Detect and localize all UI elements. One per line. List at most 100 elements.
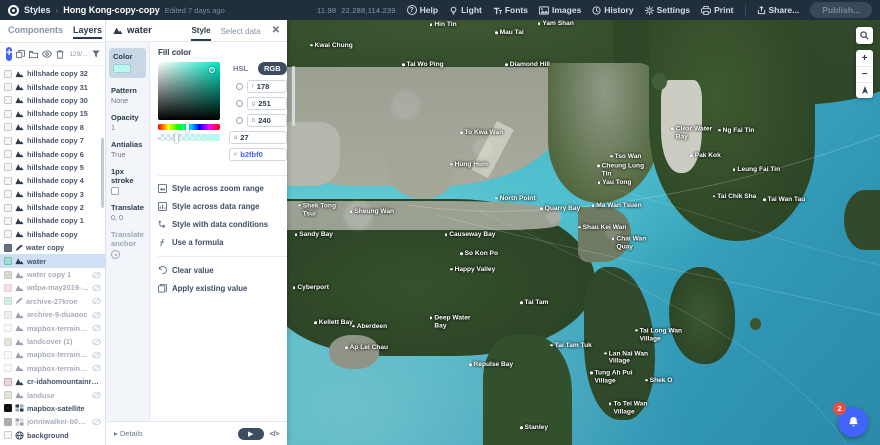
details-toggle[interactable]: ▸ Details	[114, 429, 232, 438]
layer-row[interactable]: mapbox-terrain-rgb (1)	[0, 321, 105, 334]
green-radio[interactable]	[236, 100, 243, 107]
red-radio[interactable]	[236, 83, 243, 90]
layer-row[interactable]: hillshade copy 30	[0, 94, 105, 107]
layer-name: cr-idahomountainranges-pu...	[27, 377, 101, 386]
red-input[interactable]: 178	[257, 82, 270, 91]
saturation-picker[interactable]	[158, 62, 220, 120]
group-layers-icon[interactable]	[29, 50, 38, 59]
layer-row[interactable]: hillshade copy 4	[0, 174, 105, 187]
fonts-menu[interactable]: Fonts	[493, 5, 528, 15]
use-formula-button[interactable]: Use a formula	[158, 238, 287, 247]
layer-row[interactable]: water	[0, 254, 105, 267]
layer-row[interactable]: landuse	[0, 388, 105, 401]
style-across-data-button[interactable]: Style across data range	[158, 202, 287, 211]
property-translate[interactable]: Translate 0, 0	[111, 203, 144, 222]
tab-select-data[interactable]: Select data	[221, 22, 261, 40]
form-view-toggle[interactable]: ▶	[238, 428, 264, 440]
layer-color-swatch	[4, 150, 12, 158]
map-search-button[interactable]	[856, 27, 873, 44]
print-menu[interactable]: Print	[701, 5, 733, 15]
layer-row[interactable]: cr-idahomountainranges-pu...	[0, 375, 105, 388]
apply-existing-value-button[interactable]: Apply existing value	[158, 284, 287, 293]
layer-row[interactable]: hillshade copy 6	[0, 147, 105, 160]
code-view-toggle[interactable]: </>	[270, 429, 279, 438]
layer-row[interactable]: archive-27kroe	[0, 295, 105, 308]
images-menu[interactable]: Images	[539, 5, 581, 15]
map-place-label: Cheung Lung Tin	[597, 162, 649, 177]
fill-layer-icon	[15, 284, 24, 292]
layer-row[interactable]: hillshade copy 5	[0, 161, 105, 174]
layer-row[interactable]: hillshade copy 8	[0, 121, 105, 134]
editor-scrollbar[interactable]	[292, 66, 295, 126]
layer-row[interactable]: mapbox-terrain-rgb copy	[0, 348, 105, 361]
green-input[interactable]: 251	[258, 99, 271, 108]
blue-radio[interactable]	[236, 117, 243, 124]
alpha-slider[interactable]	[158, 134, 220, 141]
zoom-in-button[interactable]: +	[856, 50, 873, 66]
filter-layers-icon[interactable]	[92, 50, 100, 58]
blue-input[interactable]: 240	[258, 116, 271, 125]
layer-row[interactable]: wdpa-may2019-aus-sha...	[0, 281, 105, 294]
light-menu[interactable]: Light	[449, 5, 482, 15]
map-canvas[interactable]: Kwai Chung Hin Tin Mau Tai Yam Shan Tai …	[287, 20, 880, 445]
layer-row[interactable]: background	[0, 429, 105, 442]
layer-row[interactable]: hillshade copy 7	[0, 134, 105, 147]
history-menu[interactable]: History	[592, 5, 633, 15]
data-range-icon	[158, 202, 167, 211]
style-across-zoom-button[interactable]: Style across zoom range	[158, 184, 287, 193]
sidebar-scrollbar[interactable]	[101, 138, 104, 208]
layer-row[interactable]: hillshade copy 3	[0, 188, 105, 201]
layers-toolbar: + 129/...	[0, 43, 105, 66]
property-translate-anchor[interactable]: Translate anchor	[111, 230, 144, 259]
layer-name: hillshade copy 7	[27, 136, 101, 145]
duplicate-layer-icon[interactable]	[16, 50, 25, 59]
breadcrumb-styles[interactable]: Styles	[24, 5, 51, 15]
stroke-checkbox[interactable]	[111, 187, 119, 195]
layer-row[interactable]: archive-9-duaooc	[0, 308, 105, 321]
layer-name: water	[27, 257, 101, 266]
layer-row[interactable]: mapbox-satellite	[0, 402, 105, 415]
search-icon	[860, 31, 869, 40]
clear-value-button[interactable]: Clear value	[158, 266, 287, 275]
layer-row[interactable]: hillshade copy 1	[0, 214, 105, 227]
help-menu[interactable]: ? Help	[407, 5, 438, 15]
alpha-marker[interactable]	[175, 133, 178, 143]
property-antialias[interactable]: Antialias True	[111, 140, 144, 159]
layer-row[interactable]: mapbox-terrain-rgb	[0, 362, 105, 375]
add-layer-button[interactable]: +	[6, 47, 12, 61]
tab-style[interactable]: Style	[191, 21, 210, 41]
property-color[interactable]: Color	[109, 48, 146, 78]
tab-layers[interactable]: Layers	[73, 25, 102, 39]
layer-row[interactable]: water copy 1	[0, 268, 105, 281]
layer-row[interactable]: landcover (1)	[0, 335, 105, 348]
property-stroke[interactable]: 1px stroke	[111, 167, 144, 195]
layer-row[interactable]: hillshade copy 2	[0, 201, 105, 214]
layer-row[interactable]: water copy	[0, 241, 105, 254]
property-opacity[interactable]: Opacity 1	[111, 113, 144, 132]
map-place-label: Lan Nai Wan Village	[604, 350, 656, 365]
share-menu[interactable]: Share...	[757, 5, 800, 15]
hue-slider[interactable]	[158, 124, 220, 130]
alpha-input[interactable]: 27	[240, 133, 248, 142]
zoom-out-button[interactable]: −	[856, 66, 873, 82]
toggle-visibility-icon[interactable]	[42, 50, 52, 58]
layer-color-swatch	[4, 391, 12, 399]
layer-row[interactable]: hillshade copy 32	[0, 67, 105, 80]
layer-row[interactable]: hillshade copy 31	[0, 80, 105, 93]
hue-marker[interactable]	[186, 123, 189, 133]
close-icon[interactable]: ✕	[272, 25, 280, 36]
layer-row[interactable]: hillshade copy 15	[0, 107, 105, 120]
settings-menu[interactable]: Settings	[645, 5, 691, 15]
style-with-conditions-button[interactable]: Style with data conditions	[158, 220, 287, 229]
tab-components[interactable]: Components	[8, 25, 63, 39]
compass-button[interactable]	[856, 82, 873, 98]
saturation-marker[interactable]	[209, 67, 215, 73]
publish-button[interactable]: Publish...	[810, 2, 872, 18]
layer-row[interactable]: hillshade copy	[0, 228, 105, 241]
rgb-mode-button[interactable]: RGB	[258, 62, 287, 75]
hex-input[interactable]: b2fbf0	[240, 150, 263, 159]
hsl-mode-button[interactable]: HSL	[227, 62, 254, 75]
property-pattern[interactable]: Pattern None	[111, 86, 144, 105]
layer-row[interactable]: jonniwalker-b01773rt	[0, 415, 105, 428]
delete-layer-icon[interactable]	[56, 50, 64, 59]
